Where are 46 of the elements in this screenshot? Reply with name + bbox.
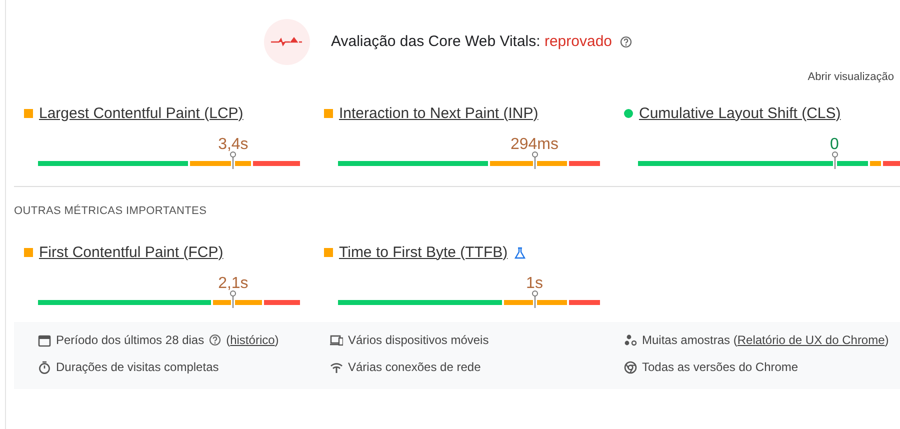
distribution-segment (870, 161, 882, 166)
distribution-segment (883, 161, 900, 166)
detail-text: Várias conexões de rede (348, 359, 481, 376)
metric-link[interactable]: Interaction to Next Paint (INP) (339, 102, 538, 125)
detail-link[interactable]: histórico (230, 333, 275, 347)
marker-icon (531, 151, 538, 169)
help-icon (620, 36, 632, 48)
distribution-segment (212, 300, 262, 305)
metric-value: 294ms (510, 135, 559, 155)
metric-link[interactable]: Cumulative Layout Shift (CLS) (639, 102, 841, 125)
distribution-segment (568, 300, 600, 305)
section-heading: OUTRAS MÉTRICAS IMPORTANTES (14, 204, 208, 219)
metric-value: 0 (830, 135, 839, 155)
assessment-title: Avaliação das Core Web Vitals: reprovado (331, 32, 612, 52)
pulse-icon (270, 37, 304, 47)
help-icon (209, 334, 222, 346)
open-view-link[interactable]: Abrir visualização (14, 69, 894, 86)
flask-icon (514, 246, 526, 259)
network-icon (330, 360, 343, 374)
detail-text: Vários dispositivos móveis (348, 332, 489, 349)
distribution-segment (190, 161, 252, 166)
distribution-segment (569, 161, 600, 166)
detail-text: Muitas amostras (Relatório de UX do Chrome) (642, 332, 889, 349)
marker-icon (230, 151, 237, 169)
metric-value: 1s (526, 274, 543, 294)
detail-text: Período dos últimos 28 dias (56, 332, 204, 349)
detail-text: Todas as versões do Chrome (642, 359, 798, 376)
calendar-icon (38, 334, 51, 346)
metric-link[interactable]: Largest Contentful Paint (LCP) (39, 102, 244, 125)
detail-text: Durações de visitas completas (56, 359, 219, 376)
marker-icon (531, 290, 538, 308)
metric-value: 3,4s (218, 135, 248, 155)
distribution-segment (264, 300, 300, 305)
distribution-segment (253, 161, 300, 166)
timer-icon (38, 360, 51, 374)
detail-note: (histórico) (226, 332, 279, 349)
devices-icon (330, 334, 343, 346)
marker-icon (831, 151, 838, 169)
marker-icon (230, 290, 237, 308)
distribution-segment (504, 300, 567, 305)
chrome-icon (624, 360, 637, 374)
metric-value: 2,1s (218, 274, 248, 294)
metric-link[interactable]: Time to First Byte (TTFB) (339, 242, 508, 264)
metric-link[interactable]: First Contentful Paint (FCP) (39, 242, 224, 264)
dots-icon (624, 334, 637, 346)
detail-link[interactable]: Relatório de UX do Chrome (737, 333, 885, 347)
